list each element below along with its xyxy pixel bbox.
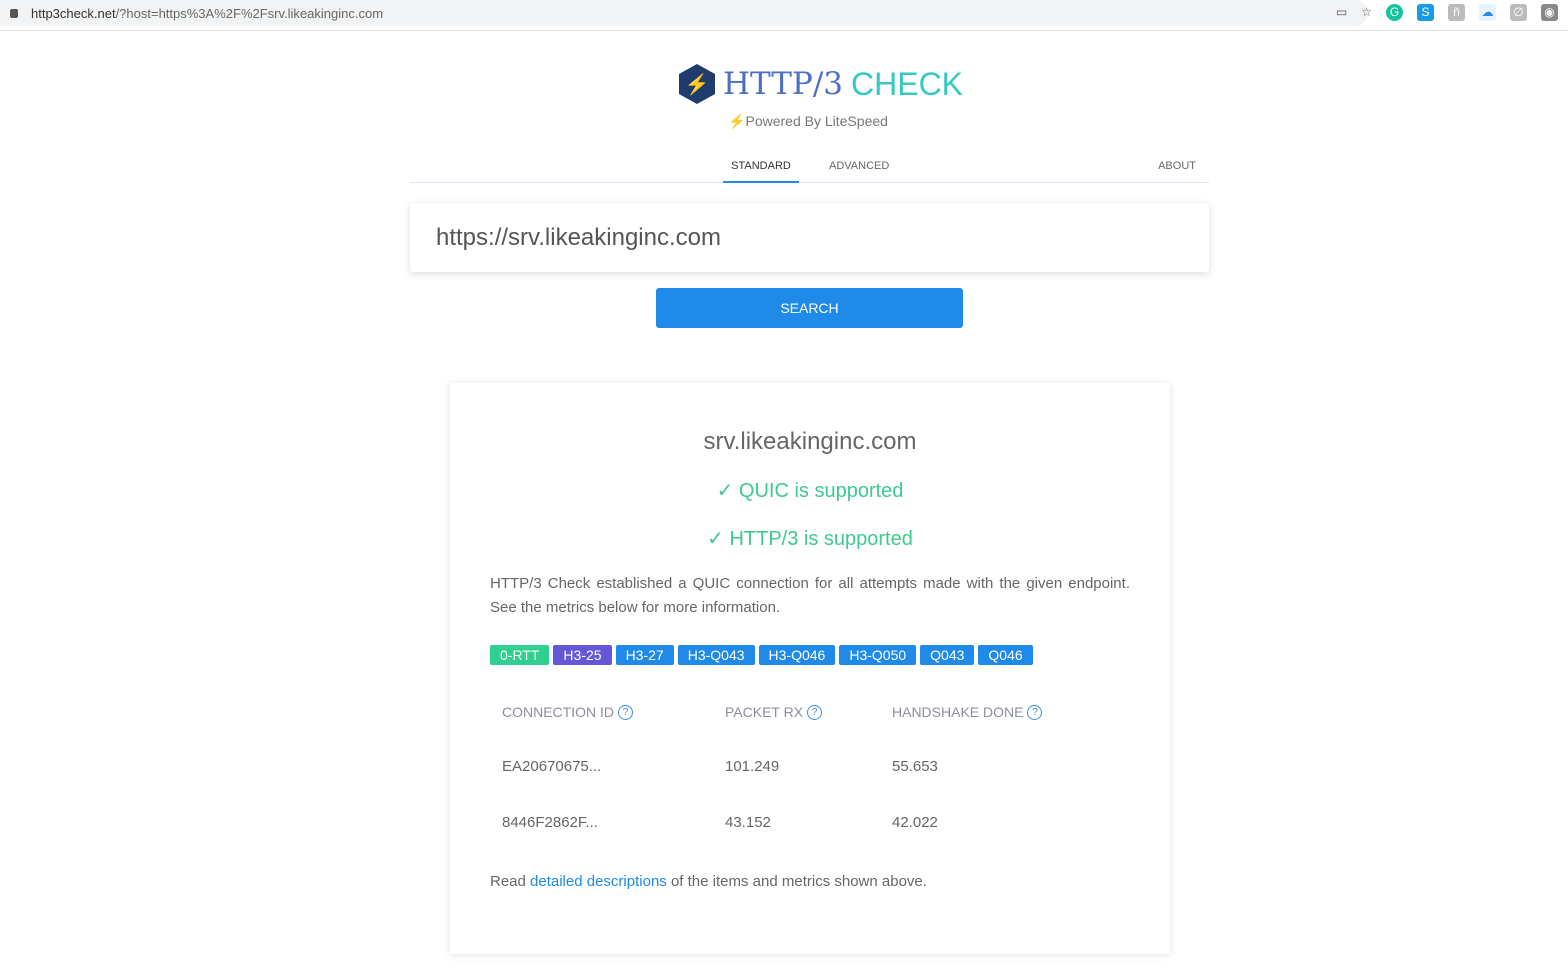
url-input[interactable]: https://srv.likeakinginc.com xyxy=(410,203,1209,272)
url-host: http3check.net xyxy=(31,5,116,21)
url-path: /?host=https%3A%2F%2Fsrv.likeakinginc.co… xyxy=(115,5,384,21)
tab-advanced[interactable]: ADVANCED xyxy=(829,160,889,172)
logo[interactable]: ⚡ HTTP/3 CHECK xyxy=(679,64,963,104)
column-handshake-done: HANDSHAKE DONE? xyxy=(892,704,1043,720)
handshake-done-cell: 42.022 xyxy=(892,814,938,831)
cloud-extension-icon[interactable]: ☁ xyxy=(1479,4,1496,21)
lock-icon xyxy=(10,8,18,18)
badge-h3-q043: H3-Q043 xyxy=(677,645,755,665)
bookmark-star-icon[interactable]: ☆ xyxy=(1361,4,1372,21)
help-icon[interactable]: ? xyxy=(1027,704,1043,720)
extension-icon[interactable]: ∅ xyxy=(1510,4,1527,21)
bolt-icon: ⚡ xyxy=(728,113,746,129)
tab-bar: STANDARD ADVANCED ABOUT xyxy=(410,150,1209,183)
http3-status: ✓ HTTP/3 is supported xyxy=(707,528,913,550)
column-connection-id: CONNECTION ID? xyxy=(502,704,633,720)
litespeed-logo-icon: ⚡ xyxy=(679,64,715,104)
address-bar[interactable]: http3check.net/?host=https%3A%2F%2Fsrv.l… xyxy=(0,0,1368,26)
grammarly-extension-icon[interactable]: G xyxy=(1386,4,1403,21)
footer-note: Read detailed descriptions of the items … xyxy=(490,873,927,890)
packet-rx-cell: 101.249 xyxy=(725,758,780,775)
help-icon[interactable]: ? xyxy=(618,704,633,720)
extension-icon[interactable]: ñ xyxy=(1448,4,1465,21)
tab-standard[interactable]: STANDARD xyxy=(723,160,799,183)
connection-id-cell: EA20670675... xyxy=(502,758,602,775)
extension-s-icon[interactable]: S xyxy=(1417,4,1434,21)
quic-status: ✓ QUIC is supported xyxy=(716,480,904,502)
logo-title-http3: HTTP/3 xyxy=(723,66,843,102)
badge-h3-25: H3-25 xyxy=(553,645,612,665)
powered-by: ⚡Powered By LiteSpeed xyxy=(728,113,888,129)
tab-about[interactable]: ABOUT xyxy=(1158,160,1196,172)
result-host: srv.likeakinginc.com xyxy=(703,428,917,455)
badge-h3-q050: H3-Q050 xyxy=(839,645,917,665)
detailed-descriptions-link[interactable]: detailed descriptions xyxy=(530,873,667,890)
connection-id-cell: 8446F2862F... xyxy=(502,814,598,831)
column-packet-rx: PACKET RX? xyxy=(725,704,823,720)
extension-icon[interactable]: ◉ xyxy=(1541,4,1558,21)
logo-title-check: CHECK xyxy=(851,65,964,102)
badge-0-rtt: 0-RTT xyxy=(490,645,550,665)
result-description: HTTP/3 Check established a QUIC connecti… xyxy=(490,575,1130,616)
protocol-badges: 0-RTT H3-25 H3-27 H3-Q043 H3-Q046 H3-Q050 Q043… xyxy=(490,645,1033,665)
badge-h3-27: H3-27 xyxy=(615,645,674,665)
help-icon[interactable]: ? xyxy=(807,704,823,720)
handshake-done-cell: 55.653 xyxy=(892,758,938,775)
badge-q043: Q043 xyxy=(920,645,975,665)
cast-icon[interactable]: ▭ xyxy=(1336,4,1347,21)
search-button[interactable]: SEARCH xyxy=(656,288,963,328)
packet-rx-cell: 43.152 xyxy=(725,814,771,831)
badge-q046: Q046 xyxy=(978,645,1033,665)
badge-h3-q046: H3-Q046 xyxy=(758,645,836,665)
result-card: srv.likeakinginc.com ✓ QUIC is supported… xyxy=(450,383,1170,954)
